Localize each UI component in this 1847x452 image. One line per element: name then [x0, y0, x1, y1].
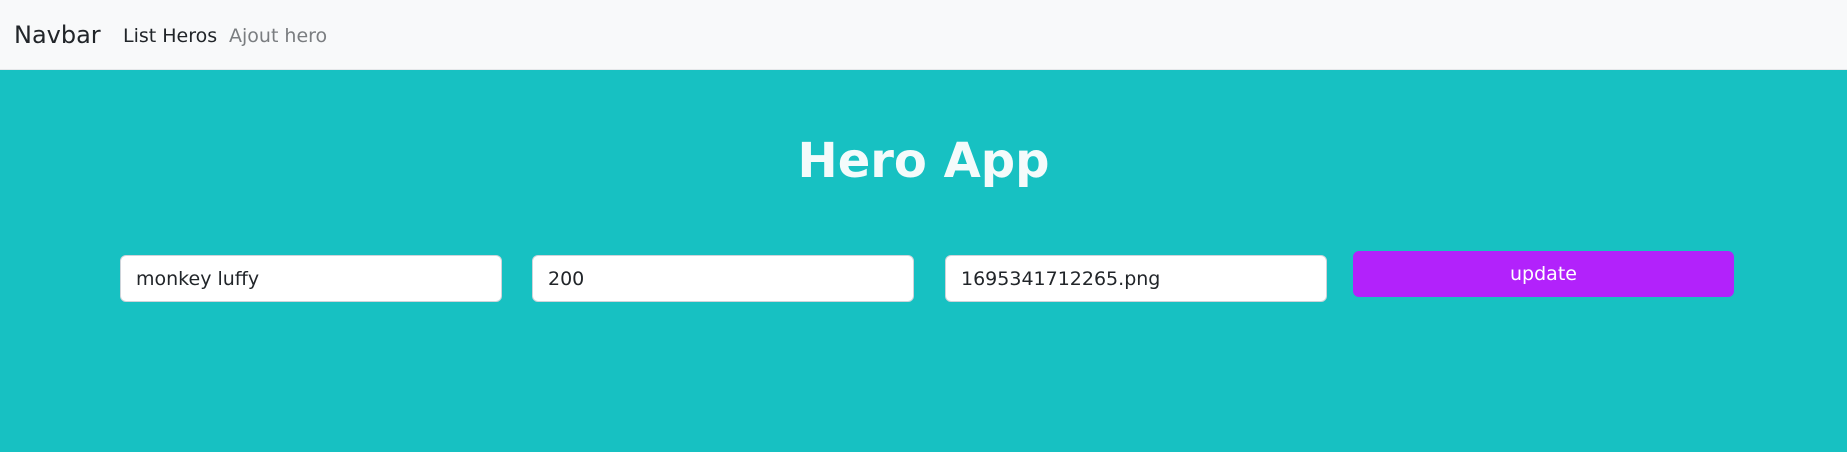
update-button[interactable]: update [1353, 251, 1734, 297]
navbar: Navbar List Heros Ajout hero [0, 0, 1847, 70]
page-title: Hero App [797, 133, 1050, 189]
navbar-brand[interactable]: Navbar [14, 20, 101, 50]
nav-link-ajout-hero[interactable]: Ajout hero [229, 24, 327, 48]
page: Navbar List Heros Ajout hero Hero App up… [0, 0, 1847, 452]
hero-power-input[interactable] [532, 255, 914, 302]
hero-name-input[interactable] [120, 255, 502, 302]
nav-link-list-heros[interactable]: List Heros [123, 24, 217, 48]
hero-image-input[interactable] [945, 255, 1327, 302]
